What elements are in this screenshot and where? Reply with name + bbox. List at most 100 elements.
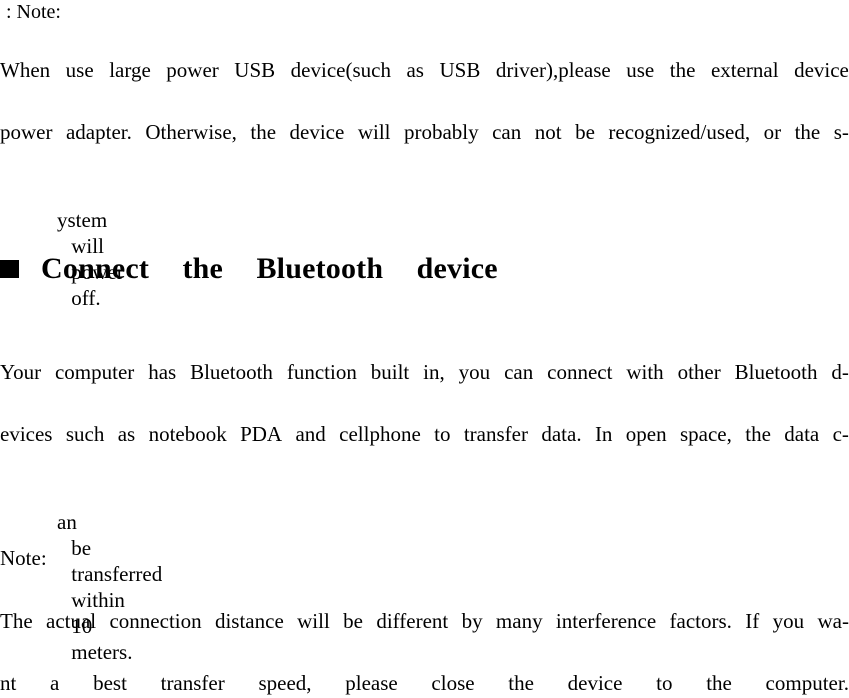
word: with: [626, 360, 664, 384]
word: to: [434, 422, 451, 446]
document-page: : Note: When use large power USB device(…: [0, 0, 849, 698]
word: the: [794, 120, 821, 144]
word: If: [745, 609, 760, 633]
word: device(such: [290, 58, 391, 82]
word: meters.: [71, 640, 133, 664]
word: has: [148, 360, 177, 384]
word: data.: [541, 422, 582, 446]
word: different: [376, 609, 449, 633]
word: device: [289, 120, 345, 144]
word: computer: [54, 360, 135, 384]
word: be: [575, 120, 595, 144]
word: or: [763, 120, 782, 144]
word: by: [461, 609, 483, 633]
word: as: [406, 58, 424, 82]
word: be: [343, 609, 363, 633]
word: other: [677, 360, 721, 384]
word: wa-: [817, 609, 849, 633]
word: data: [784, 422, 820, 446]
word: use: [65, 58, 94, 82]
word: best: [93, 671, 127, 695]
word: nt: [0, 671, 17, 695]
word: The: [0, 609, 33, 633]
word: connect: [547, 360, 613, 384]
word: PDA: [240, 422, 283, 446]
paragraph-bluetooth-line-2: evices such as notebook PDA and cellphon…: [0, 421, 849, 447]
word: power: [0, 120, 53, 144]
word: Bluetooth: [734, 360, 818, 384]
word: c-: [832, 422, 849, 446]
filled-square-bullet-icon: [0, 260, 19, 278]
word: When: [0, 58, 51, 82]
section-heading-connect-bluetooth: Connect the Bluetooth device: [0, 252, 498, 286]
word: adapter.: [65, 120, 132, 144]
word: the: [706, 671, 732, 695]
word: off.: [71, 286, 101, 310]
word: the: [250, 120, 277, 144]
word: speed,: [258, 671, 312, 695]
word: can: [504, 360, 534, 384]
word: you: [458, 360, 491, 384]
word: will: [357, 120, 391, 144]
paragraph-note-line-1: The actual connection distance will be d…: [0, 608, 849, 634]
word: external: [710, 58, 779, 82]
word: as: [117, 422, 136, 446]
word: a: [50, 671, 60, 695]
word: transfer: [463, 422, 528, 446]
word: you: [772, 609, 805, 633]
word: to: [656, 671, 673, 695]
word: function: [286, 360, 357, 384]
word: use: [626, 58, 655, 82]
word: transfer: [160, 671, 225, 695]
paragraph-usb-line-1: When use large power USB device(such as …: [0, 57, 849, 83]
word: evices: [0, 422, 53, 446]
word: such: [65, 422, 105, 446]
section-heading-label: Connect the Bluetooth device: [41, 252, 498, 285]
word: Your: [0, 360, 42, 384]
word: not: [534, 120, 562, 144]
word: will: [297, 609, 330, 633]
word: factors.: [669, 609, 732, 633]
word: cellphone: [339, 422, 421, 446]
word: please: [345, 671, 398, 695]
word: USB: [439, 58, 481, 82]
word: can: [492, 120, 522, 144]
word: actual: [46, 609, 97, 633]
word: an: [57, 510, 77, 534]
word: in,: [423, 360, 445, 384]
word: In: [594, 422, 613, 446]
word: the: [745, 422, 771, 446]
word: USB: [234, 58, 276, 82]
paragraph-usb-line-2: power adapter. Otherwise, the device wil…: [0, 119, 849, 145]
word: Bluetooth: [190, 360, 273, 384]
paragraph-note-line-2: nt a best transfer speed, please close t…: [0, 670, 849, 696]
paragraph-bluetooth-line-1: Your computer has Bluetooth function bui…: [0, 359, 849, 385]
word: be: [71, 536, 92, 560]
note-label-bottom: Note:: [0, 546, 47, 570]
word: probably: [403, 120, 479, 144]
word: driver),please: [495, 58, 611, 82]
word: power: [166, 58, 219, 82]
word: close: [431, 671, 475, 695]
word: connection: [109, 609, 202, 633]
word: computer.: [765, 671, 849, 695]
word: distance: [214, 609, 284, 633]
word: interference: [555, 609, 657, 633]
word: notebook: [148, 422, 227, 446]
word: transferred: [71, 562, 163, 586]
word: many: [495, 609, 543, 633]
paragraph-bluetooth-line-3: an be transferred within 10 meters.: [0, 483, 162, 691]
word: s-: [833, 120, 849, 144]
word: open: [625, 422, 667, 446]
word: space,: [679, 422, 732, 446]
word: Otherwise,: [145, 120, 237, 144]
note-label-top: : Note:: [6, 1, 61, 23]
word: recognized/used,: [608, 120, 751, 144]
word: and: [295, 422, 326, 446]
word: device: [794, 58, 849, 82]
word: the: [669, 58, 696, 82]
word: ystem: [57, 208, 108, 232]
word: d-: [831, 360, 849, 384]
word: large: [109, 58, 151, 82]
word: built: [370, 360, 410, 384]
